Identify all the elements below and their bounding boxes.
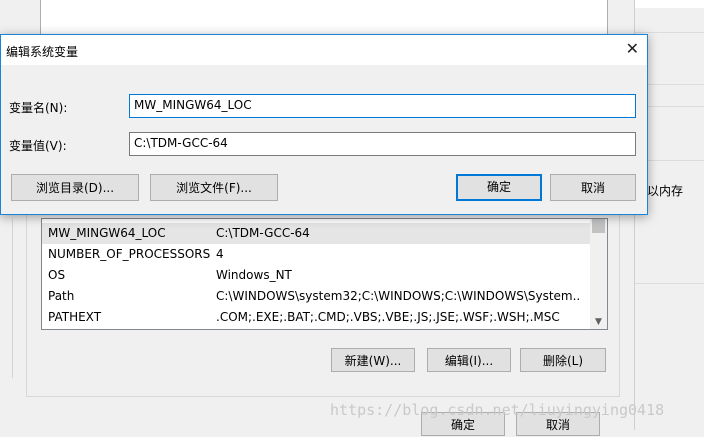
table-row[interactable]: NUMBER_OF_PROCESSORS 4 — [42, 244, 590, 265]
variable-name-label: 变量名(N): — [9, 101, 68, 115]
delete-variable-button[interactable]: 删除(L) — [520, 348, 606, 372]
variable-name-field[interactable]: MW_MINGW64_LOC — [129, 94, 636, 118]
divider — [635, 283, 704, 284]
vertical-scrollbar[interactable]: ▼ — [590, 219, 607, 329]
table-row[interactable]: OS Windows_NT — [42, 265, 590, 286]
variable-name: Path — [48, 289, 75, 303]
new-variable-button[interactable]: 新建(W)... — [331, 348, 415, 372]
partial-label: 以内存 — [647, 184, 684, 198]
variable-name: NUMBER_OF_PROCESSORS — [48, 247, 211, 261]
variable-value: C:\TDM-GCC-64 — [216, 226, 310, 240]
dialog-title: 编辑系统变量 — [6, 45, 79, 59]
variable-value-field[interactable]: C:\TDM-GCC-64 — [129, 132, 636, 156]
table-row[interactable]: MW_MINGW64_LOC C:\TDM-GCC-64 — [42, 223, 590, 244]
watermark: https://blog.csdn.net/liuyingying0418 — [330, 401, 665, 419]
variable-name: OS — [48, 268, 66, 282]
variable-value-label: 变量值(V): — [9, 139, 67, 153]
variable-name: PATHEXT — [48, 310, 102, 324]
close-icon[interactable]: ✕ — [626, 38, 639, 60]
panel-top — [635, 0, 704, 8]
edit-system-variable-dialog: 编辑系统变量 ✕ 变量名(N): MW_MINGW64_LOC 变量值(V): … — [0, 34, 648, 215]
edit-variable-button[interactable]: 编辑(I)... — [427, 348, 511, 372]
variable-value: 4 — [216, 247, 224, 261]
system-variables-list[interactable]: MW_MINGW64_LOC C:\TDM-GCC-64 NUMBER_OF_P… — [41, 218, 608, 330]
divider — [12, 218, 13, 378]
variable-value: C:\WINDOWS\system32;C:\WINDOWS;C:\WINDOW… — [216, 289, 580, 303]
variable-value: .COM;.EXE;.BAT;.CMD;.VBS;.VBE;.JS;.JSE;.… — [216, 310, 560, 324]
scrollbar-thumb[interactable] — [592, 219, 605, 233]
variable-name: MW_MINGW64_LOC — [48, 226, 166, 240]
table-row[interactable]: PATHEXT .COM;.EXE;.BAT;.CMD;.VBS;.VBE;.J… — [42, 307, 590, 328]
divider — [635, 32, 704, 33]
variable-value: Windows_NT — [216, 268, 292, 282]
user-variables-list[interactable] — [40, 0, 608, 36]
dialog-titlebar[interactable]: 编辑系统变量 ✕ — [1, 35, 647, 65]
chevron-down-icon[interactable]: ▼ — [590, 317, 607, 327]
browse-directory-button[interactable]: 浏览目录(D)... — [11, 174, 139, 201]
table-row[interactable]: Path C:\WINDOWS\system32;C:\WINDOWS;C:\W… — [42, 286, 590, 307]
ok-button[interactable]: 确定 — [456, 174, 542, 201]
browse-file-button[interactable]: 浏览文件(F)... — [150, 174, 278, 201]
cancel-button[interactable]: 取消 — [550, 174, 636, 201]
